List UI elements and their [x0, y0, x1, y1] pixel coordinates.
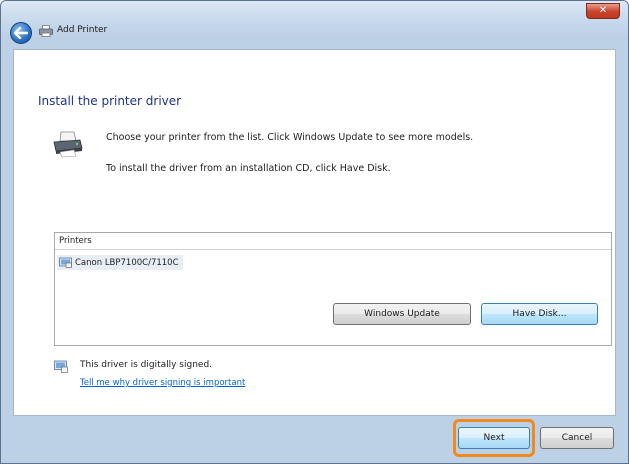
- wizard-content-panel: Install the printer driver Choose your p…: [13, 49, 616, 416]
- printer-icon: [53, 131, 83, 158]
- cancel-button[interactable]: Cancel: [540, 427, 614, 449]
- driver-signing-link[interactable]: Tell me why driver signing is important: [80, 378, 245, 388]
- back-arrow-icon: [14, 27, 28, 39]
- close-button[interactable]: ✕: [586, 3, 620, 19]
- add-printer-window: ✕ Add Printer Install the printer driver…: [0, 0, 629, 464]
- title-bar: ✕ Add Printer: [1, 1, 628, 44]
- have-disk-button[interactable]: Have Disk...: [481, 303, 598, 325]
- list-header-printers[interactable]: Printers: [55, 233, 611, 250]
- window-title: Add Printer: [57, 25, 108, 35]
- digital-signature-icon: [54, 360, 68, 373]
- instruction-text: To install the driver from an installati…: [106, 163, 391, 174]
- list-item-label: Canon LBP7100C/7110C: [75, 257, 179, 268]
- windows-update-button[interactable]: Windows Update: [333, 303, 471, 325]
- signed-driver-text: This driver is digitally signed.: [80, 360, 213, 370]
- page-heading: Install the printer driver: [38, 94, 182, 108]
- printer-icon: [39, 25, 53, 37]
- printers-list[interactable]: Printers Canon LBP7100C/7110C: [54, 232, 612, 346]
- next-button[interactable]: Next: [458, 427, 530, 449]
- list-item[interactable]: Canon LBP7100C/7110C: [57, 255, 183, 270]
- back-button[interactable]: [10, 22, 32, 44]
- printer-icon: [59, 257, 72, 268]
- instruction-text: Choose your printer from the list. Click…: [106, 132, 474, 143]
